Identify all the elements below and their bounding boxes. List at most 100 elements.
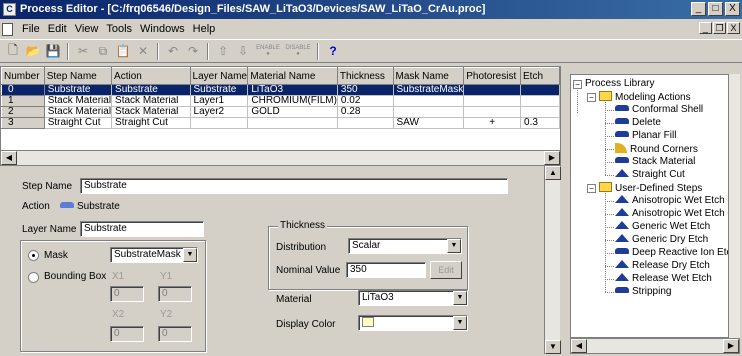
cell-etch[interactable] xyxy=(520,84,560,96)
step-name-input[interactable]: Substrate xyxy=(80,178,508,194)
cell-layer-name[interactable] xyxy=(190,117,249,129)
move-down-icon[interactable]: ⇩ xyxy=(233,42,253,61)
menu-edit[interactable]: Edit xyxy=(44,23,71,35)
menu-tools[interactable]: Tools xyxy=(102,23,136,35)
cell-step-name[interactable]: Stack Material xyxy=(44,95,113,107)
cut-icon[interactable]: ✂ xyxy=(73,42,93,61)
display-color-select[interactable]: ▼ xyxy=(358,315,468,331)
nominal-value-input[interactable]: 350 xyxy=(346,262,426,278)
tree-item[interactable]: Stack Material xyxy=(615,156,695,168)
copy-icon[interactable]: ⧉ xyxy=(93,42,113,61)
grid-horizontal-scrollbar[interactable]: ◀ ▶ xyxy=(0,150,561,166)
scroll-down-arrow-icon[interactable]: ▼ xyxy=(545,340,561,354)
tree-item[interactable]: Generic Dry Etch xyxy=(615,234,708,246)
table-row[interactable]: 2 Stack Material Stack Material Layer2 GOLD 0… xyxy=(1,106,560,118)
scroll-left-arrow-icon[interactable]: ◀ xyxy=(1,151,17,165)
tree-item[interactable]: Release Wet Etch xyxy=(615,273,712,285)
cell-step-name[interactable]: Straight Cut xyxy=(44,117,113,129)
enable-icon[interactable]: ENABLE ● xyxy=(253,42,283,61)
x2-input[interactable]: 0 xyxy=(110,326,144,342)
cell-layer-name[interactable]: Substrate xyxy=(190,84,249,96)
cell-number[interactable]: 0 xyxy=(1,84,45,96)
tree-item[interactable]: Anisotropic Wet Etch - B xyxy=(615,195,733,207)
cell-etch[interactable]: 0.3 xyxy=(520,117,560,129)
mdi-close-button[interactable]: X xyxy=(727,22,740,34)
scroll-right-arrow-icon[interactable]: ▶ xyxy=(723,339,739,353)
mdi-restore-button[interactable]: ❐ xyxy=(713,22,726,34)
tree-item[interactable]: Deep Reactive Ion Etcl xyxy=(615,247,733,259)
cell-mask[interactable] xyxy=(393,106,465,118)
tree-group[interactable]: Modeling Actions xyxy=(599,91,691,103)
cell-mask[interactable] xyxy=(393,95,465,107)
column-header-mask-name[interactable]: Mask Name xyxy=(392,67,465,85)
menu-help[interactable]: Help xyxy=(189,23,220,35)
minimize-button[interactable]: _ xyxy=(691,2,706,16)
cell-photoresist[interactable] xyxy=(463,95,522,107)
cell-thickness[interactable]: 0.02 xyxy=(337,95,394,107)
cell-number[interactable]: 3 xyxy=(1,117,45,129)
column-header-action[interactable]: Action xyxy=(111,67,191,85)
tree-item[interactable]: Straight Cut xyxy=(615,169,685,181)
collapse-icon[interactable]: − xyxy=(573,80,582,89)
tree-item[interactable]: Round Corners xyxy=(615,143,698,155)
edit-button[interactable]: Edit xyxy=(430,261,462,279)
open-icon[interactable]: 📂 xyxy=(23,42,43,61)
new-icon[interactable]: 🗋 xyxy=(3,42,23,61)
chevron-down-icon[interactable]: ▼ xyxy=(447,239,461,253)
cell-mask[interactable]: SubstrateMask xyxy=(393,84,465,96)
column-header-photoresist[interactable]: Photoresist xyxy=(463,67,522,85)
mdi-minimize-button[interactable]: _ xyxy=(699,22,712,34)
cell-material[interactable]: GOLD xyxy=(247,106,338,118)
cell-material[interactable]: LiTaO3 xyxy=(247,84,338,96)
distribution-select[interactable]: Scalar ▼ xyxy=(348,238,462,254)
mask-select[interactable]: SubstrateMask ▼ xyxy=(110,247,198,263)
disable-icon[interactable]: DISABLE ● xyxy=(283,42,313,61)
cell-action[interactable]: Stack Material xyxy=(111,106,191,118)
cell-layer-name[interactable]: Layer2 xyxy=(190,106,249,118)
material-select[interactable]: LiTaO3 ▼ xyxy=(358,290,468,306)
save-icon[interactable]: 💾 xyxy=(43,42,63,61)
menu-windows[interactable]: Windows xyxy=(136,23,189,35)
delete-icon[interactable]: ✕ xyxy=(133,42,153,61)
mask-radio[interactable] xyxy=(28,250,39,261)
cell-photoresist[interactable]: + xyxy=(463,117,522,129)
tree-item[interactable]: Planar Fill xyxy=(615,130,676,142)
chevron-down-icon[interactable]: ▼ xyxy=(453,291,467,305)
y1-input[interactable]: 0 xyxy=(158,286,192,302)
collapse-icon[interactable]: − xyxy=(587,184,596,193)
cell-action[interactable]: Straight Cut xyxy=(111,117,191,129)
column-header-layer-name[interactable]: Layer Name xyxy=(189,67,249,85)
move-up-icon[interactable]: ⇧ xyxy=(213,42,233,61)
redo-icon[interactable]: ↷ xyxy=(183,42,203,61)
tree-item[interactable]: Anisotropic Wet Etch - I xyxy=(615,208,733,220)
cell-number[interactable]: 2 xyxy=(1,106,45,118)
bounding-box-radio[interactable] xyxy=(28,272,39,283)
cell-thickness[interactable] xyxy=(337,117,394,129)
cell-material[interactable] xyxy=(247,117,338,129)
undo-icon[interactable]: ↶ xyxy=(163,42,183,61)
tree-item[interactable]: Release Dry Etch xyxy=(615,260,710,272)
cell-photoresist[interactable] xyxy=(463,106,522,118)
cell-etch[interactable] xyxy=(520,95,560,107)
cell-action[interactable]: Stack Material xyxy=(111,95,191,107)
tree-item[interactable]: Generic Wet Etch xyxy=(615,221,710,233)
cell-number[interactable]: 1 xyxy=(1,95,45,107)
collapse-icon[interactable]: − xyxy=(587,93,596,102)
column-header-etch[interactable]: Etch xyxy=(520,67,560,85)
layer-name-input[interactable]: Substrate xyxy=(80,221,204,237)
menu-view[interactable]: View xyxy=(71,23,103,35)
tree-group[interactable]: User-Defined Steps xyxy=(599,182,702,194)
close-button[interactable]: X xyxy=(725,2,740,16)
scroll-up-arrow-icon[interactable]: ▲ xyxy=(545,166,561,180)
column-header-number[interactable]: Number xyxy=(1,67,45,85)
column-header-step-name[interactable]: Step Name xyxy=(43,67,113,85)
cell-material[interactable]: CHROMIUM(FILM) xyxy=(247,95,338,107)
cell-photoresist[interactable] xyxy=(463,84,522,96)
cell-etch[interactable] xyxy=(520,106,560,118)
tree-vertical-scrollbar[interactable] xyxy=(728,74,740,338)
column-header-material-name[interactable]: Material Name xyxy=(247,67,338,85)
tree-item[interactable]: Delete xyxy=(615,117,661,129)
maximize-button[interactable]: □ xyxy=(708,2,723,16)
x1-input[interactable]: 0 xyxy=(110,286,144,302)
cell-layer-name[interactable]: Layer1 xyxy=(190,95,249,107)
